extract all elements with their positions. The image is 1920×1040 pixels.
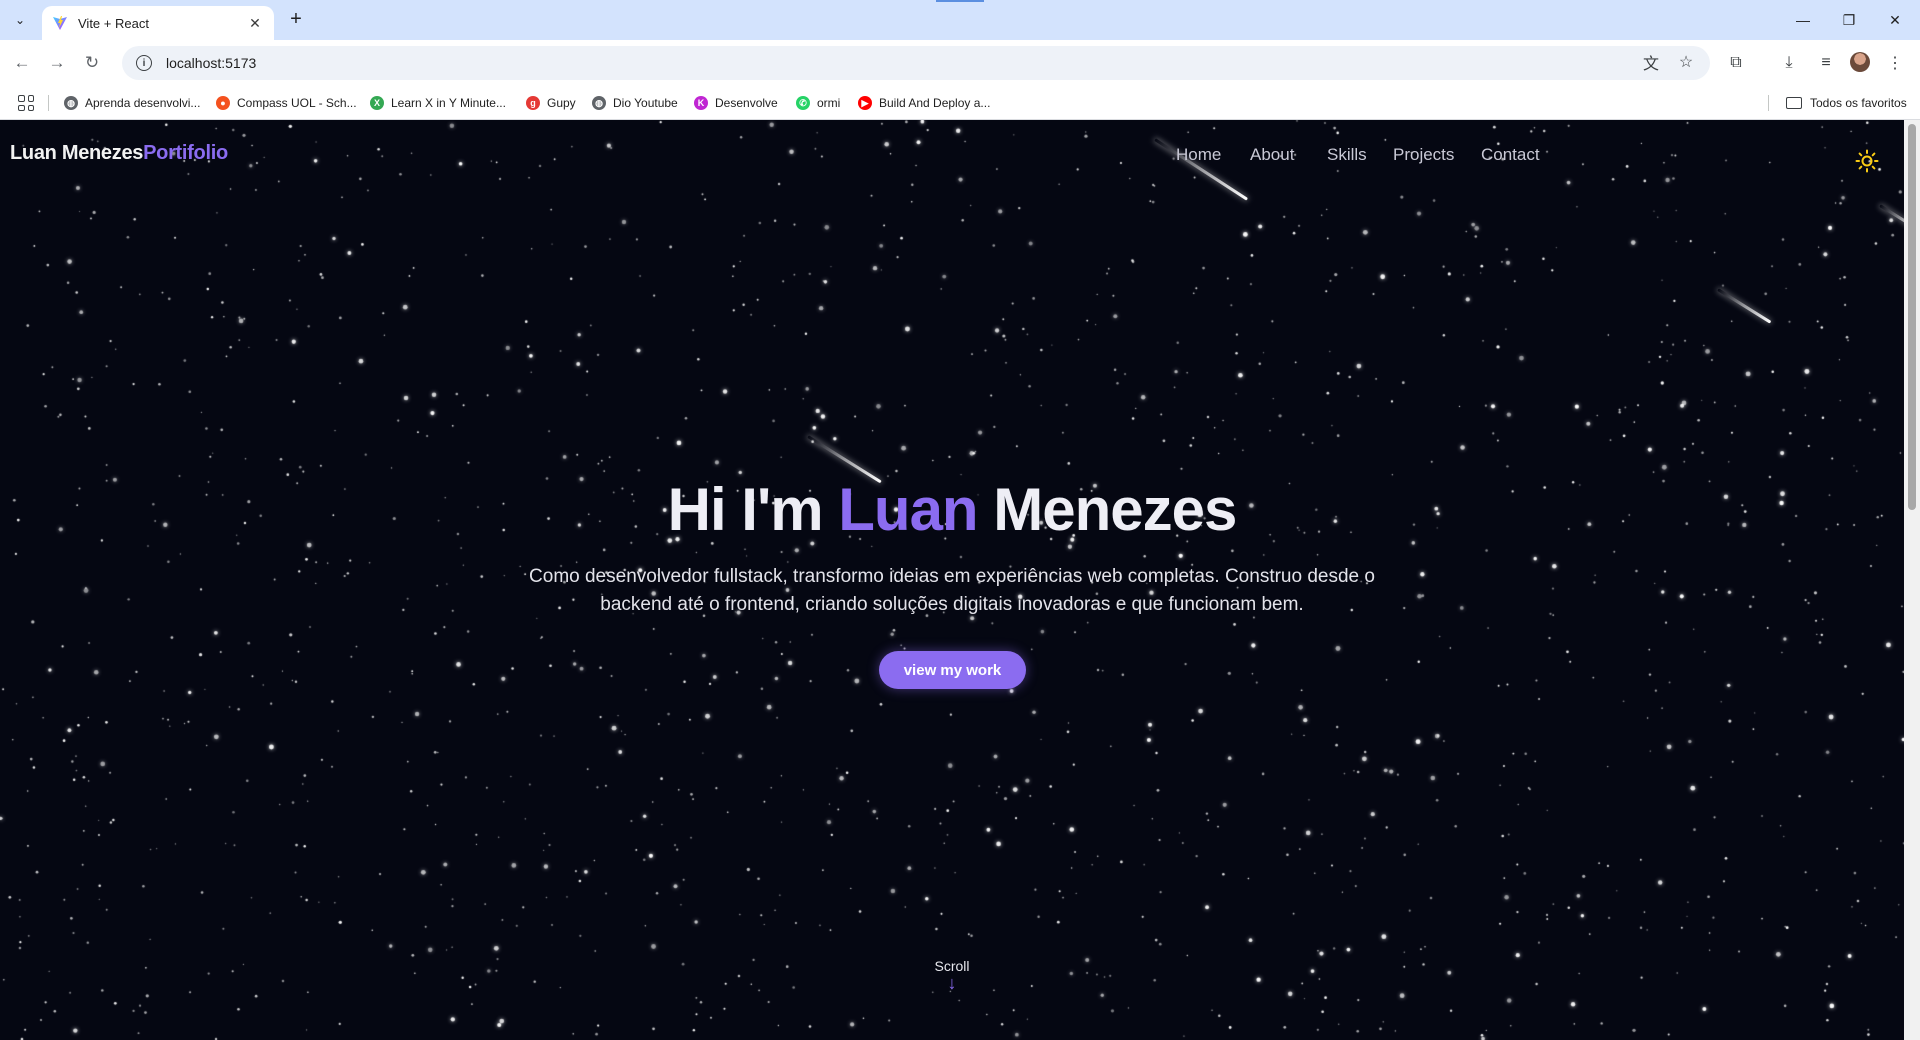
hero-subtitle: Como desenvolvedor fullstack, transformo… — [529, 566, 1375, 615]
bookmark-label: Aprenda desenvolvi... — [85, 96, 201, 110]
brand-logo[interactable]: Luan MenezesPortifolio — [10, 142, 228, 165]
all-bookmarks-label: Todos os favoritos — [1810, 96, 1907, 110]
brand-accent: Portifolio — [143, 142, 228, 164]
bookmark-star-icon[interactable]: ☆ — [1672, 48, 1700, 76]
translate-icon[interactable]: 文 — [1637, 48, 1665, 76]
minimize-icon[interactable]: — — [1780, 0, 1826, 40]
site-info-icon[interactable]: i — [136, 55, 152, 71]
hero-last-name: Menezes — [993, 476, 1237, 543]
nav-projects[interactable]: Projects — [1393, 145, 1454, 165]
bookmarks-divider — [1768, 95, 1769, 111]
nav-skills[interactable]: Skills — [1327, 145, 1367, 165]
bookmark-label: Desenvolve — [715, 96, 778, 110]
nav-about[interactable]: About — [1250, 145, 1294, 165]
tab-title: Vite + React — [78, 15, 149, 31]
back-icon[interactable]: ← — [8, 49, 36, 77]
close-window-icon[interactable]: ✕ — [1872, 0, 1918, 40]
desenvolve-icon: K — [694, 96, 708, 110]
bookmark-label: Gupy — [547, 96, 576, 110]
whatsapp-icon: ✆ — [796, 96, 810, 110]
bookmark-item[interactable]: ◍ Aprenda desenvolvi... — [64, 94, 200, 112]
gupy-icon: g — [526, 96, 540, 110]
new-tab-button[interactable]: + — [282, 8, 310, 32]
folder-icon — [1786, 97, 1802, 109]
view-my-work-button[interactable]: view my work — [879, 651, 1026, 689]
tab-close-icon[interactable]: ✕ — [246, 15, 264, 32]
bookmark-item[interactable]: ▶ Build And Deploy a... — [858, 94, 990, 112]
address-bar[interactable]: i localhost:5173 — [122, 46, 1710, 80]
bookmark-item[interactable]: X Learn X in Y Minute... — [370, 94, 506, 112]
scrollbar-thumb[interactable] — [1908, 124, 1916, 510]
bookmark-item[interactable]: ✆ ormi — [796, 94, 840, 112]
browser-tab[interactable]: Vite + React ✕ — [42, 6, 274, 40]
reload-icon[interactable]: ↻ — [78, 49, 106, 77]
globe-icon: ◍ — [64, 96, 78, 110]
all-bookmarks-folder[interactable]: Todos os favoritos — [1786, 94, 1907, 112]
hero-first-name: Luan — [838, 476, 978, 543]
bookmark-item[interactable]: g Gupy — [526, 94, 576, 112]
bookmark-item[interactable]: K Desenvolve — [694, 94, 778, 112]
url-text[interactable]: localhost:5173 — [166, 55, 256, 71]
apps-grid-icon[interactable] — [18, 95, 34, 111]
bookmarks-divider — [48, 95, 49, 111]
hero-title: Hi I'm Luan Menezes — [0, 475, 1904, 544]
compass-icon: ● — [216, 96, 230, 110]
downloads-icon[interactable]: ⤓ — [1775, 49, 1803, 77]
tab-indicator — [936, 0, 984, 2]
arrow-down-icon: ↓ — [947, 973, 957, 993]
sun-icon[interactable] — [1855, 149, 1879, 173]
youtube-icon: ▶ — [858, 96, 872, 110]
scroll-label: Scroll — [934, 958, 970, 974]
media-controls-icon[interactable]: ≡ — [1812, 49, 1840, 77]
restore-icon[interactable]: ❐ — [1826, 0, 1872, 40]
browser-toolbar: ← → ↻ i localhost:5173 文 ☆ ⧉ ⤓ ≡ ⋮ — [0, 40, 1920, 86]
tab-search-chevron-icon[interactable]: ⌄ — [8, 8, 32, 32]
bookmark-label: Dio Youtube — [613, 96, 678, 110]
profile-avatar[interactable] — [1850, 52, 1870, 72]
nav-contact[interactable]: Contact — [1481, 145, 1540, 165]
page-scrollbar[interactable] — [1904, 120, 1920, 1040]
bookmarks-bar: ◍ Aprenda desenvolvi... ● Compass UOL - Sch… — [0, 86, 1920, 120]
menu-kebab-icon[interactable]: ⋮ — [1881, 49, 1909, 77]
brand-name: Luan Menezes — [10, 142, 144, 164]
bookmark-label: Build And Deploy a... — [879, 96, 991, 110]
learnx-icon: X — [370, 96, 384, 110]
bookmark-label: Learn X in Y Minute... — [391, 96, 506, 110]
vite-logo-icon — [53, 16, 67, 30]
page-viewport: Luan MenezesPortifolio Home About Skills… — [0, 120, 1920, 1040]
bookmark-item[interactable]: ● Compass UOL - Sch... — [216, 94, 357, 112]
bookmark-item[interactable]: ◍ Dio Youtube — [592, 94, 678, 112]
bookmark-label: ormi — [817, 96, 841, 110]
hero-greeting: Hi I'm — [667, 476, 824, 543]
nav-home[interactable]: Home — [1176, 145, 1221, 165]
tab-strip: ⌄ Vite + React ✕ + — ❐ ✕ — [0, 0, 1920, 40]
forward-icon[interactable]: → — [43, 49, 71, 77]
bookmark-label: Compass UOL - Sch... — [237, 96, 357, 110]
globe-icon: ◍ — [592, 96, 606, 110]
extensions-icon[interactable]: ⧉ — [1722, 49, 1750, 77]
scroll-indicator[interactable]: Scroll ↓ — [902, 958, 1002, 993]
